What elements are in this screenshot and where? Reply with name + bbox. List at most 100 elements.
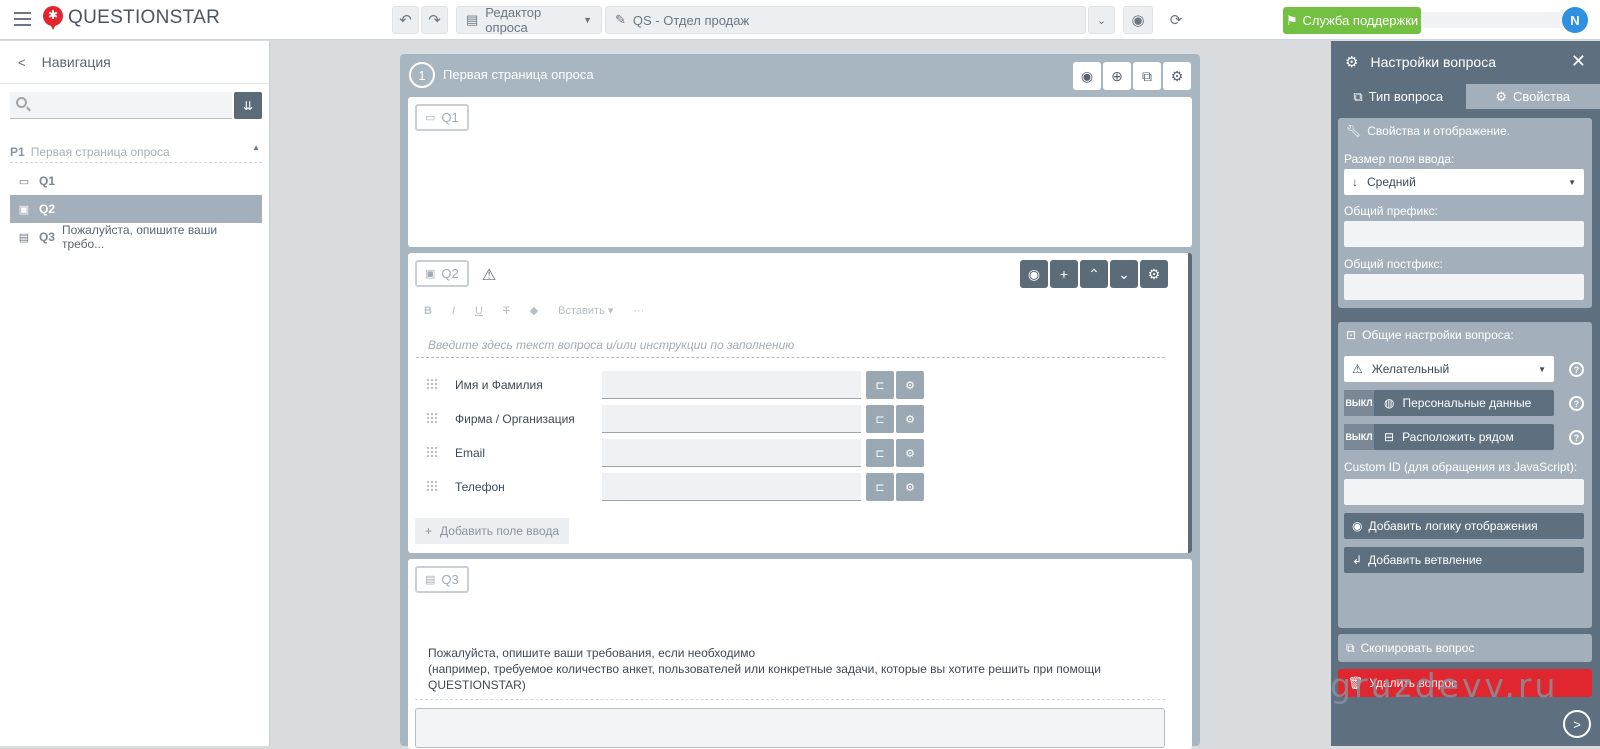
question-card-q1[interactable]: ▭ Q1 <box>408 97 1192 247</box>
nav-item-q3[interactable]: ▤ Q3 Пожалуйста, опишите ваши требо... <box>10 223 262 251</box>
refresh-button[interactable]: ⟳ <box>1161 6 1191 34</box>
help-icon[interactable]: ? <box>1569 430 1584 445</box>
nav-item-text: Пожалуйста, опишите ваши требо... <box>62 223 262 251</box>
menu-icon[interactable] <box>14 12 31 26</box>
field-prefix-button[interactable]: ⊏ <box>866 371 894 399</box>
copy-page-button[interactable]: ⧉ <box>1133 62 1161 90</box>
logo[interactable]: ✱ QUESTIONSTAR <box>43 6 220 30</box>
search-icon <box>16 97 27 108</box>
nav-item-q2[interactable]: ▣ Q2 <box>10 195 262 223</box>
page-title[interactable]: Первая страница опроса <box>443 67 594 82</box>
insert-dropdown[interactable]: Вставить ▾ <box>558 304 613 317</box>
question-label-q2[interactable]: ▣ Q2 <box>415 260 469 287</box>
drag-handle-icon[interactable] <box>426 378 437 390</box>
personal-data-toggle[interactable]: ВЫКЛ ◍Персональные данные <box>1344 390 1554 416</box>
add-display-logic-button[interactable]: ◉ Добавить логику отображения <box>1344 513 1584 539</box>
custom-id-input[interactable] <box>1344 479 1584 505</box>
page-preview-button[interactable]: ◉ <box>1073 62 1101 90</box>
field-input[interactable] <box>602 473 861 501</box>
navigation-search-input[interactable] <box>10 92 232 119</box>
size-select[interactable]: ↓ Средний ▼ <box>1344 169 1584 195</box>
document-icon: ▤ <box>425 573 435 586</box>
move-down-button[interactable]: ⌄ <box>1110 260 1138 288</box>
navigation-header[interactable]: < Навигация <box>0 41 269 84</box>
field-input[interactable] <box>602 439 861 467</box>
question-card-q2[interactable]: ▣ Q2 ⚠ ◉ + ⌃ ⌄ ⚙ B I U T ◆ Вставить ▾ ··… <box>408 253 1192 553</box>
editor-dropdown[interactable]: ▤ Редактор опроса ▼ <box>456 6 602 34</box>
field-label[interactable]: Имя и Фамилия <box>455 378 543 392</box>
close-icon[interactable]: ✕ <box>1571 51 1586 72</box>
warning-icon[interactable]: ⚠ <box>474 262 504 288</box>
field-prefix-button[interactable]: ⊏ <box>866 473 894 501</box>
section-title[interactable]: ⊡ Общие настройки вопроса: <box>1338 322 1592 348</box>
rich-text-toolbar: B I U T ◆ Вставить ▾ ··· <box>424 304 644 317</box>
question-text-q3[interactable]: Пожалуйста, опишите ваши требования, есл… <box>428 645 1128 693</box>
survey-select-button[interactable]: ⌄ <box>1088 6 1115 34</box>
field-settings-button[interactable]: ⚙ <box>896 405 924 433</box>
field-settings-button[interactable]: ⚙ <box>896 371 924 399</box>
move-up-button[interactable]: ⌃ <box>1080 260 1108 288</box>
user-avatar[interactable]: N <box>1562 7 1588 33</box>
question-id: Q2 <box>441 266 458 281</box>
drag-handle-icon[interactable] <box>426 412 437 424</box>
underline-button[interactable]: U <box>475 305 483 317</box>
button-label: Добавить ветвление <box>1368 553 1482 567</box>
caret-up-icon[interactable]: ▲ <box>252 143 260 152</box>
required-select[interactable]: ⚠ Желательный ▼ <box>1344 356 1554 382</box>
drag-handle-icon[interactable] <box>426 446 437 458</box>
question-label-q3[interactable]: ▤ Q3 <box>415 566 469 593</box>
field-input[interactable] <box>602 405 861 433</box>
nav-item-q1[interactable]: ▭ Q1 <box>10 167 262 195</box>
field-prefix-button[interactable]: ⊏ <box>866 405 894 433</box>
field-settings-button[interactable]: ⚙ <box>896 439 924 467</box>
side-by-side-toggle[interactable]: ВЫКЛ ⊟Расположить рядом <box>1344 424 1554 450</box>
field-prefix-button[interactable]: ⊏ <box>866 439 894 467</box>
section-title[interactable]: 🔧︎ Свойства и отображение. <box>1338 118 1592 144</box>
field-input[interactable] <box>602 371 861 399</box>
clear-format-button[interactable]: T <box>503 305 510 317</box>
add-question-button[interactable]: + <box>1050 260 1078 288</box>
pencil-icon: ✎ <box>615 12 626 28</box>
question-settings-button[interactable]: ⚙ <box>1140 260 1168 288</box>
question-id: Q3 <box>441 572 458 587</box>
help-icon[interactable]: ? <box>1569 396 1584 411</box>
preview-button[interactable]: ◉ <box>1123 6 1153 34</box>
chevron-left-icon[interactable]: < <box>18 55 26 70</box>
gear-icon: ⚙ <box>1148 266 1161 283</box>
required-value: Желательный <box>1372 362 1449 376</box>
expand-all-button[interactable]: ⇊ <box>234 92 262 119</box>
support-button[interactable]: ⚑ Служба поддержки <box>1283 7 1421 34</box>
help-icon[interactable]: ? <box>1569 362 1584 377</box>
caret-down-icon: ▼ <box>583 15 592 25</box>
prefix-input[interactable] <box>1344 221 1584 247</box>
settings-title: Настройки вопроса <box>1370 54 1496 70</box>
add-page-button[interactable]: ⊕ <box>1103 62 1131 90</box>
field-settings-button[interactable]: ⚙ <box>896 473 924 501</box>
add-branching-button[interactable]: ↲ Добавить ветвление <box>1344 547 1584 573</box>
more-button[interactable]: ··· <box>633 305 644 317</box>
undo-button[interactable]: ↶ <box>392 6 419 34</box>
nav-page-item[interactable]: P1 Первая страница опроса ▲ <box>10 141 262 163</box>
redo-button[interactable]: ↷ <box>421 6 448 34</box>
postfix-input[interactable] <box>1344 274 1584 300</box>
field-label[interactable]: Фирма / Организация <box>455 412 575 426</box>
drag-handle-icon[interactable] <box>426 480 437 492</box>
paint-icon[interactable]: ◆ <box>530 304 538 317</box>
survey-name-field[interactable]: ✎ QS - Отдел продаж <box>605 6 1086 34</box>
copy-question-button[interactable]: ⧉ Скопировать вопрос <box>1338 634 1592 662</box>
bold-button[interactable]: B <box>424 305 432 317</box>
tab-properties[interactable]: ⚙ Свойства <box>1466 84 1600 109</box>
question-label-q1[interactable]: ▭ Q1 <box>415 104 469 131</box>
field-label[interactable]: Телефон <box>455 480 505 494</box>
next-circle-button[interactable]: > <box>1563 710 1591 738</box>
question-text-input[interactable]: Введите здесь текст вопроса и/или инстру… <box>416 329 1165 358</box>
question-preview-button[interactable]: ◉ <box>1020 260 1048 288</box>
tab-question-type[interactable]: ⧉ Тип вопроса <box>1331 84 1466 109</box>
question-card-q3[interactable]: ▤ Q3 Пожалуйста, опишите ваши требования… <box>408 559 1192 749</box>
answer-textarea[interactable] <box>415 708 1165 748</box>
add-field-button[interactable]: + Добавить поле ввода <box>415 518 569 544</box>
page-settings-button[interactable]: ⚙ <box>1163 62 1191 90</box>
field-label[interactable]: Email <box>455 446 485 460</box>
eye-icon: ◉ <box>1131 11 1144 29</box>
italic-button[interactable]: I <box>452 305 455 317</box>
